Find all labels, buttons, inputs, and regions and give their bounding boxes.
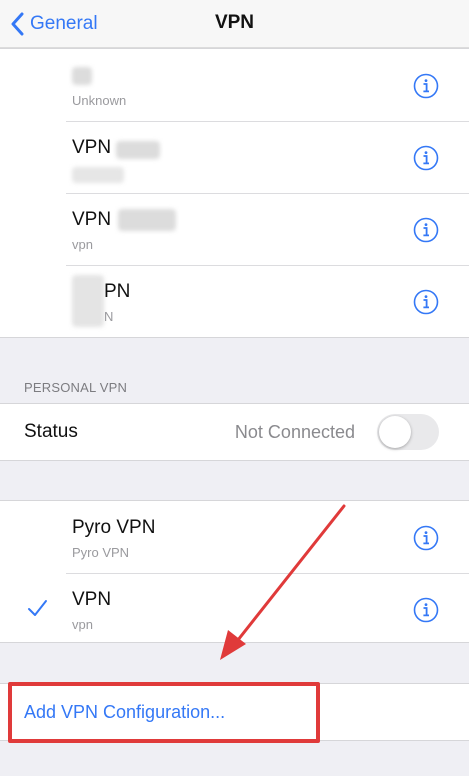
vpn-title: PN [104,281,131,302]
config-title: VPN [72,589,112,610]
vpn-configurations: Pyro VPN Pyro VPN VPN vpn [0,500,469,643]
status-value: Not Connected [234,422,355,442]
config-subtitle: Pyro VPN [72,545,130,560]
status-label: Status [24,421,78,442]
status-group: Status Not Connected [0,403,469,461]
vpn-list: Unknown VPN VPN vpn PN N [0,48,469,338]
add-vpn-configuration-button[interactable]: Add VPN Configuration... [24,702,225,723]
redacted-text [72,275,104,327]
checkmark-icon [28,600,47,616]
navigation-bar: General VPN [0,0,469,48]
info-icon[interactable] [413,145,439,171]
info-icon[interactable] [413,597,439,623]
list-item[interactable]: VPN vpn [0,573,469,645]
status-row: Status Not Connected [0,404,469,460]
vpn-title: VPN [72,137,112,158]
redacted-text [118,209,176,231]
info-icon[interactable] [413,289,439,315]
redacted-text [72,67,92,85]
list-item[interactable]: VPN [0,121,469,193]
redacted-text [116,141,160,159]
config-subtitle: vpn [72,617,93,632]
list-item[interactable]: Pyro VPN Pyro VPN [0,501,469,573]
add-vpn-configuration-row[interactable]: Add VPN Configuration... [0,683,469,741]
vpn-subtitle: vpn [72,237,93,252]
toggle-knob [379,416,411,448]
info-icon[interactable] [413,525,439,551]
list-item[interactable]: PN N [0,265,469,337]
page-title: VPN [214,12,255,33]
list-item[interactable]: VPN vpn [0,193,469,265]
vpn-subtitle: N [104,309,114,324]
vpn-subtitle: Unknown [72,93,127,108]
section-header-personal-vpn: PERSONAL VPN [24,380,128,395]
config-title: Pyro VPN [72,517,156,538]
list-item[interactable]: Unknown [0,49,469,121]
info-icon[interactable] [413,73,439,99]
vpn-title: VPN [72,209,112,230]
vpn-status-toggle[interactable] [377,414,439,450]
redacted-text [72,167,124,183]
info-icon[interactable] [413,217,439,243]
